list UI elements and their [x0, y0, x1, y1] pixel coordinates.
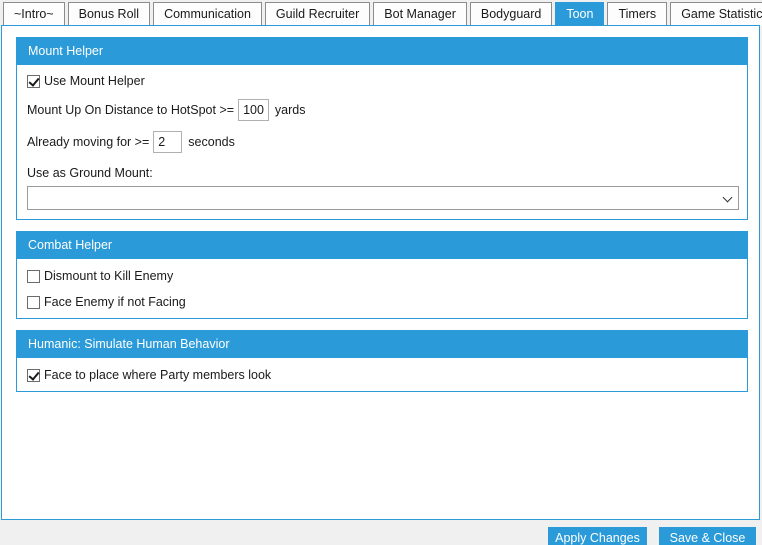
- mount-helper-header: Mount Helper: [17, 38, 747, 65]
- tab-timers[interactable]: Timers: [607, 2, 668, 26]
- tab-guild-recruiter[interactable]: Guild Recruiter: [264, 2, 371, 26]
- tab-communication[interactable]: Communication: [153, 2, 262, 26]
- ground-mount-label: Use as Ground Mount:: [27, 166, 153, 180]
- use-mount-helper-label[interactable]: Use Mount Helper: [44, 74, 145, 88]
- moving-row: Already moving for >= 2 seconds: [27, 131, 235, 153]
- face-party-label[interactable]: Face to place where Party members look: [44, 368, 271, 382]
- apply-changes-button[interactable]: Apply Changes: [548, 527, 647, 545]
- tab-toon[interactable]: Toon: [555, 2, 605, 26]
- face-party-checkbox[interactable]: [27, 368, 40, 382]
- tab-content-panel: Mount Helper Use Mount Helper Mount Up O…: [1, 25, 760, 520]
- dismount-row[interactable]: Dismount to Kill Enemy: [27, 269, 173, 283]
- humanic-group: Humanic: Simulate Human Behavior Face to…: [16, 330, 748, 392]
- moving-input[interactable]: 2: [153, 131, 183, 153]
- face-party-row[interactable]: Face to place where Party members look: [27, 368, 271, 382]
- face-enemy-checkbox[interactable]: [27, 295, 40, 309]
- mount-helper-group: Mount Helper Use Mount Helper Mount Up O…: [16, 37, 748, 220]
- tab-bar: ~Intro~ Bonus Roll Communication Guild R…: [3, 2, 762, 26]
- tab-bonus-roll[interactable]: Bonus Roll: [67, 2, 151, 26]
- use-mount-helper-row[interactable]: Use Mount Helper: [27, 74, 145, 88]
- save-close-button[interactable]: Save & Close: [659, 527, 756, 545]
- dismount-label[interactable]: Dismount to Kill Enemy: [44, 269, 173, 283]
- moving-unit: seconds: [188, 135, 235, 149]
- tab-intro[interactable]: ~Intro~: [3, 2, 65, 26]
- use-mount-helper-checkbox[interactable]: [27, 74, 40, 88]
- dismount-checkbox[interactable]: [27, 269, 40, 283]
- tab-game-statistic[interactable]: Game Statistic: [670, 2, 762, 26]
- face-enemy-label[interactable]: Face Enemy if not Facing: [44, 295, 186, 309]
- distance-unit: yards: [274, 103, 306, 117]
- distance-row: Mount Up On Distance to HotSpot >= 100 y…: [27, 99, 306, 121]
- ground-mount-label-text: Use as Ground Mount:: [27, 166, 153, 180]
- humanic-header: Humanic: Simulate Human Behavior: [17, 331, 747, 358]
- tab-bot-manager[interactable]: Bot Manager: [373, 2, 467, 26]
- face-enemy-row[interactable]: Face Enemy if not Facing: [27, 295, 186, 309]
- chevron-down-icon[interactable]: [722, 192, 733, 203]
- combat-helper-group: Combat Helper Dismount to Kill Enemy Fac…: [16, 231, 748, 319]
- distance-label: Mount Up On Distance to HotSpot >=: [27, 103, 235, 117]
- combat-helper-header: Combat Helper: [17, 232, 747, 259]
- ground-mount-select[interactable]: [27, 186, 739, 210]
- moving-label: Already moving for >=: [27, 135, 150, 149]
- distance-input[interactable]: 100: [238, 99, 269, 121]
- tab-bodyguard[interactable]: Bodyguard: [469, 2, 553, 26]
